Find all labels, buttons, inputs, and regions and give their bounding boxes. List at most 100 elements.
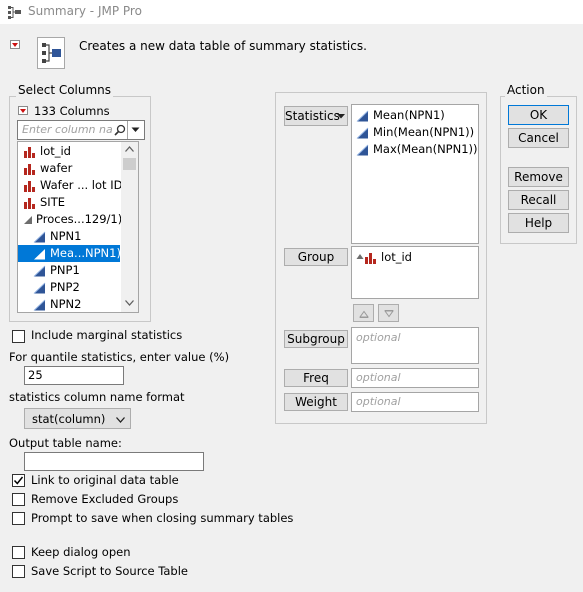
recall-button[interactable]: Recall <box>508 190 569 210</box>
continuous-triangle-icon <box>33 299 46 311</box>
column-list-item[interactable]: PNP1 <box>33 262 120 279</box>
summary-platform-icon <box>37 37 65 69</box>
scroll-down-icon[interactable] <box>125 300 134 306</box>
column-list-item[interactable]: PNP2 <box>33 279 120 296</box>
output-name-label: Output table name: <box>9 436 122 450</box>
column-list-item[interactable]: Proces...129/1) <box>23 211 122 228</box>
nominal-bar-icon <box>24 197 35 209</box>
name-format-value: stat(column) <box>32 412 106 426</box>
move-down-button[interactable] <box>378 304 399 322</box>
prompt-save-checkbox[interactable] <box>12 512 25 525</box>
help-button-label: Help <box>524 216 553 230</box>
statistics-list-item[interactable]: Max(Mean(NPN1)) <box>356 141 478 158</box>
action-legend: Action <box>505 83 547 97</box>
keep-open-checkbox[interactable] <box>12 546 25 559</box>
continuous-triangle-icon <box>33 282 46 294</box>
statistics-list-item-label: Mean(NPN1) <box>373 108 445 122</box>
window-title: Summary - JMP Pro <box>28 4 142 18</box>
statistics-list-item-label: Min(Mean(NPN1)) <box>373 125 475 139</box>
move-up-button[interactable] <box>353 304 374 322</box>
column-list-item[interactable]: NPN1 <box>33 228 120 245</box>
chevron-down-icon[interactable] <box>131 127 140 133</box>
column-list-item[interactable]: Mea...NPN1) <box>18 245 121 262</box>
nominal-bar-icon <box>24 180 35 192</box>
subgroup-button[interactable]: Subgroup <box>284 330 348 348</box>
column-list-item-label: Wafer ... lot ID <box>40 178 123 192</box>
column-list-item-label: NPN1 <box>50 229 82 243</box>
column-list-item-label: Mea...NPN1) <box>50 246 121 260</box>
continuous-triangle-icon <box>33 265 46 277</box>
statistics-button-label: Statistics <box>285 109 340 123</box>
remove-excluded-checkbox[interactable] <box>12 493 25 506</box>
save-script-label: Save Script to Source Table <box>31 564 188 578</box>
link-original-checkbox[interactable] <box>12 474 25 487</box>
column-list-item-label: PNP1 <box>50 263 80 277</box>
remove-button[interactable]: Remove <box>508 167 569 187</box>
search-icon[interactable] <box>114 124 126 136</box>
name-format-label: statistics column name format <box>9 390 185 404</box>
column-list-item-label: NPN2 <box>50 297 82 311</box>
sort-order-icon[interactable] <box>356 253 364 263</box>
freq-button[interactable]: Freq <box>284 369 348 387</box>
statistics-list-item[interactable]: Min(Mean(NPN1)) <box>356 124 474 141</box>
column-list-item-label: PNP2 <box>50 280 80 294</box>
red-triangle-menu-icon[interactable] <box>10 40 20 49</box>
quantile-label: For quantile statistics, enter value (%) <box>9 350 230 364</box>
group-button[interactable]: Group <box>284 248 348 266</box>
continuous-triangle-icon <box>34 248 45 259</box>
group-expand-icon[interactable] <box>23 215 33 225</box>
column-list-item[interactable]: Wafer ... lot ID <box>23 177 123 194</box>
include-marginal-label: Include marginal statistics <box>31 328 183 342</box>
ok-button-label: OK <box>529 108 548 122</box>
save-script-checkbox[interactable] <box>12 565 25 578</box>
name-format-select[interactable]: stat(column) <box>24 408 131 429</box>
column-search-input[interactable]: Enter column na <box>22 123 113 136</box>
weight-placeholder: optional <box>356 395 401 408</box>
statistics-list-item[interactable]: Mean(NPN1) <box>356 107 445 124</box>
remove-button-label: Remove <box>514 170 563 184</box>
arrow-up-icon <box>358 310 369 318</box>
group-button-label: Group <box>297 250 335 264</box>
output-name-input[interactable] <box>24 452 204 471</box>
quantile-input[interactable]: 25 <box>24 366 124 385</box>
column-list[interactable]: lot_idwafer Wafer ... lot ID SITE Proces...… <box>17 141 139 313</box>
link-original-label: Link to original data table <box>31 473 179 487</box>
cancel-button[interactable]: Cancel <box>508 128 569 148</box>
group-list-item-label: lot_id <box>381 250 412 264</box>
column-list-item[interactable]: NPN2 <box>33 296 120 312</box>
remove-excluded-label: Remove Excluded Groups <box>31 492 179 506</box>
freq-list[interactable]: optional <box>351 368 479 388</box>
nominal-bar-icon <box>24 163 35 175</box>
cancel-button-label: Cancel <box>518 131 559 145</box>
column-list-item[interactable]: lot_id <box>23 143 120 160</box>
weight-list[interactable]: optional <box>351 392 479 412</box>
quantile-value: 25 <box>28 368 43 382</box>
column-search-box[interactable]: Enter column na <box>17 120 145 140</box>
group-list[interactable]: lot_id <box>351 246 479 299</box>
subgroup-list[interactable]: optional <box>351 327 479 364</box>
include-marginal-checkbox[interactable] <box>12 330 25 343</box>
ok-button[interactable]: OK <box>508 105 569 125</box>
scrollbar-thumb[interactable] <box>123 158 136 170</box>
continuous-triangle-icon <box>33 231 46 243</box>
column-list-scrollbar[interactable] <box>121 142 138 312</box>
column-list-item[interactable]: wafer <box>23 160 120 177</box>
column-list-item[interactable]: SITE <box>23 194 120 211</box>
continuous-triangle-icon <box>356 127 369 139</box>
group-list-item[interactable]: lot_id <box>356 249 412 266</box>
weight-button-label: Weight <box>295 395 337 409</box>
chevron-down-icon <box>116 417 125 423</box>
help-button[interactable]: Help <box>508 213 569 233</box>
chevron-down-icon <box>337 114 345 119</box>
platform-description: Creates a new data table of summary stat… <box>79 39 367 53</box>
scroll-up-icon[interactable] <box>125 146 134 152</box>
columns-menu-icon[interactable] <box>18 106 28 115</box>
checkmark-icon <box>13 476 24 485</box>
weight-button[interactable]: Weight <box>284 393 348 411</box>
subgroup-placeholder: optional <box>356 331 401 344</box>
statistics-list[interactable]: Mean(NPN1) Min(Mean(NPN1)) Max(Mean(NPN1)) <box>351 104 479 244</box>
column-list-item-label: lot_id <box>40 144 71 158</box>
continuous-triangle-icon <box>356 110 369 122</box>
statistics-button[interactable]: Statistics <box>284 106 348 126</box>
subgroup-button-label: Subgroup <box>287 332 345 346</box>
